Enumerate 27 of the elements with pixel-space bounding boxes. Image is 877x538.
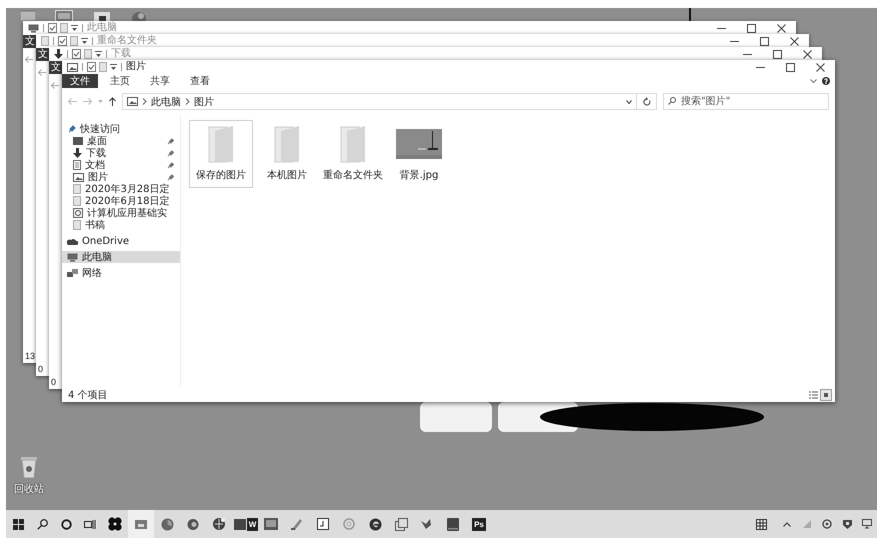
photo-icon: [264, 518, 278, 530]
app-logo: W: [246, 518, 258, 530]
shield-icon: [842, 519, 852, 529]
document-icon: [232, 518, 246, 530]
app-logo: Ps: [472, 518, 486, 530]
pen-icon: [291, 518, 303, 530]
globe-icon: [212, 517, 226, 531]
taskbar-button[interactable]: Ps: [466, 510, 492, 538]
sync-icon: [822, 519, 832, 529]
bird-icon: [421, 518, 433, 530]
ring-icon: [343, 518, 355, 530]
swirl-icon: [160, 518, 174, 530]
network-icon: [803, 520, 811, 528]
swoosh-icon: [368, 518, 382, 530]
taskbar-button[interactable]: W: [232, 510, 258, 538]
book-icon: [447, 518, 459, 530]
squares-icon: [394, 518, 408, 530]
monitor-icon: [862, 519, 872, 529]
search-icon: [36, 518, 48, 530]
fan-icon: [108, 517, 122, 531]
spiral-icon: [187, 518, 199, 530]
input-grid-icon: [756, 518, 766, 530]
windows-logo-icon: [12, 518, 24, 530]
task-view-icon: [84, 519, 96, 529]
circle-icon: [60, 518, 72, 530]
frame-icon: [317, 518, 329, 530]
chevron-up-icon: [783, 522, 791, 526]
